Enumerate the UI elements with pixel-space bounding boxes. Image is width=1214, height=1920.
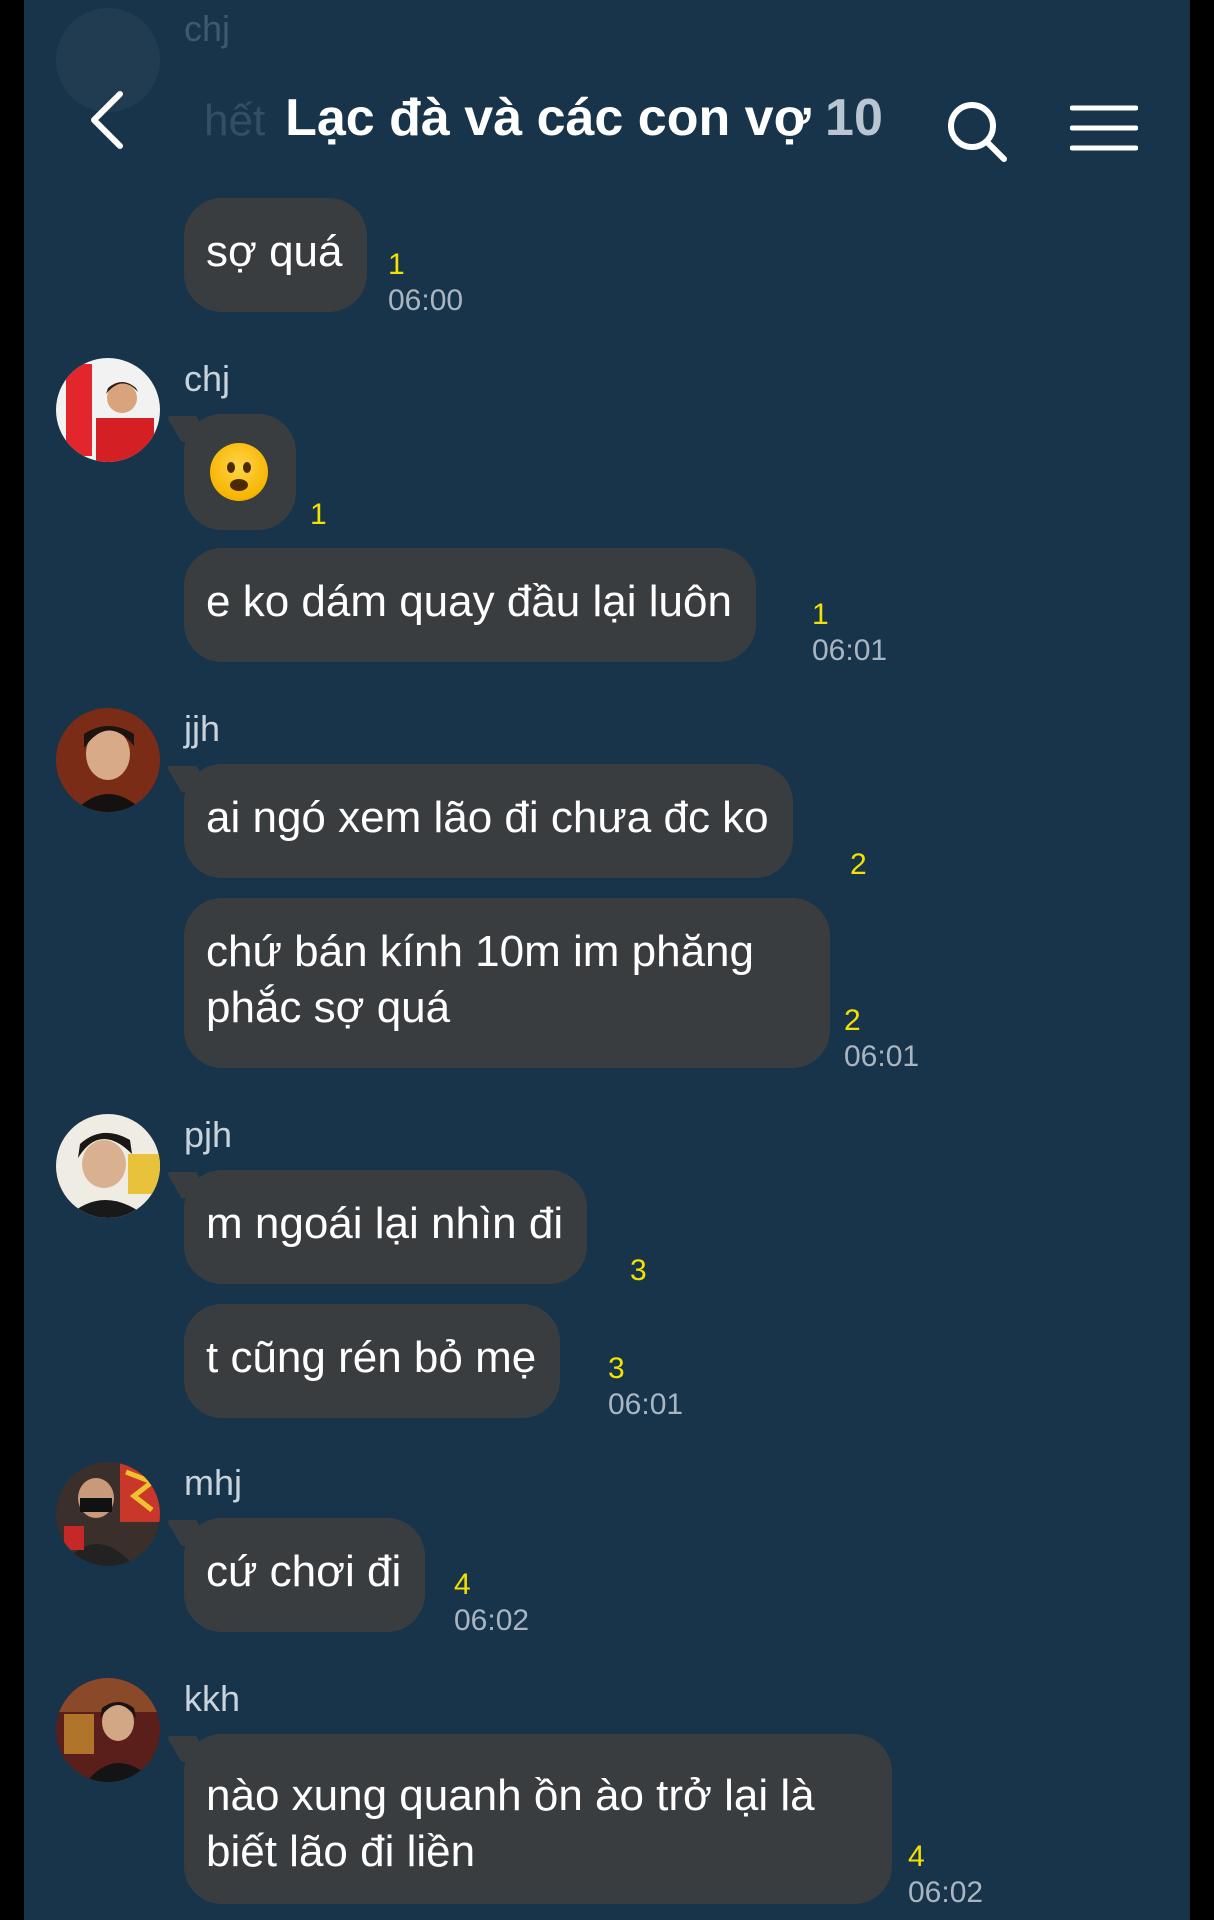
message-bubble[interactable] bbox=[184, 414, 296, 530]
chat-header: chj hết Lạc đà và các con vợ 10 bbox=[24, 0, 1190, 180]
message-text: chứ bán kính 10m im phăng phắc sợ quá bbox=[206, 927, 755, 1032]
sender-name: chj bbox=[184, 358, 231, 399]
message-text: cứ chơi đi bbox=[206, 1547, 402, 1596]
profile-photo bbox=[56, 1462, 160, 1566]
message-text: e ko dám quay đầu lại luôn bbox=[206, 577, 732, 626]
sender-name: kkh bbox=[184, 1678, 241, 1719]
profile-photo bbox=[56, 1114, 160, 1218]
unread-count: 2 bbox=[850, 848, 867, 881]
message-bubble[interactable]: t cũng rén bỏ mẹ bbox=[184, 1304, 561, 1418]
unread-count: 3 bbox=[608, 1352, 625, 1385]
avatar[interactable] bbox=[56, 1114, 160, 1218]
message-time: 06:02 bbox=[454, 1604, 530, 1637]
profile-photo bbox=[56, 708, 160, 812]
message-bubble[interactable]: m ngoái lại nhìn đi bbox=[184, 1170, 588, 1284]
avatar[interactable] bbox=[56, 1462, 160, 1566]
unread-count: 1 bbox=[388, 248, 405, 281]
unread-count: 1 bbox=[812, 598, 829, 631]
message-text: sợ quá bbox=[206, 227, 343, 276]
message-time: 06:02 bbox=[908, 1876, 984, 1909]
profile-photo bbox=[56, 358, 160, 462]
message-bubble[interactable]: ai ngó xem lão đi chưa đc ko bbox=[184, 764, 793, 878]
chat-screen: chj hết Lạc đà và các con vợ 10 sợ quá 1… bbox=[24, 0, 1190, 1920]
message-bubble[interactable]: nào xung quanh ồn ào trở lại là biết lão… bbox=[184, 1734, 892, 1904]
message-time: 06:01 bbox=[812, 634, 888, 667]
message-text: nào xung quanh ồn ào trở lại là biết lão… bbox=[206, 1771, 815, 1876]
back-button[interactable] bbox=[72, 80, 142, 160]
sender-name: jjh bbox=[184, 708, 221, 749]
sender-name: chj bbox=[184, 8, 231, 49]
message-text: m ngoái lại nhìn đi bbox=[206, 1199, 564, 1248]
unread-count: 4 bbox=[454, 1568, 471, 1601]
profile-photo bbox=[56, 1678, 160, 1782]
message-bubble[interactable]: chứ bán kính 10m im phăng phắc sợ quá bbox=[184, 898, 830, 1068]
chat-title: Lạc đà và các con vợ 10 bbox=[264, 88, 904, 148]
menu-icon bbox=[1069, 105, 1139, 151]
message-text: ai ngó xem lão đi chưa đc ko bbox=[206, 793, 769, 842]
chat-title-text: Lạc đà và các con vợ bbox=[285, 89, 811, 147]
unread-count: 1 bbox=[310, 498, 327, 531]
avatar[interactable] bbox=[56, 1678, 160, 1782]
chevron-left-icon bbox=[91, 91, 123, 149]
message-bubble[interactable]: e ko dám quay đầu lại luôn bbox=[184, 548, 756, 662]
avatar[interactable] bbox=[56, 358, 160, 462]
message-time: 06:01 bbox=[844, 1040, 920, 1073]
message-time: 06:01 bbox=[608, 1388, 684, 1421]
message-bubble[interactable]: cứ chơi đi bbox=[184, 1518, 426, 1632]
frowning-face-emoji bbox=[210, 443, 268, 502]
message-text: hết bbox=[204, 96, 266, 145]
message-time: 06:00 bbox=[388, 284, 464, 317]
sender-name: pjh bbox=[184, 1114, 233, 1155]
member-count: 10 bbox=[825, 89, 883, 147]
search-button[interactable] bbox=[944, 96, 1014, 166]
search-icon bbox=[948, 102, 1007, 162]
message-text: t cũng rén bỏ mẹ bbox=[206, 1333, 537, 1382]
menu-button[interactable] bbox=[1069, 100, 1139, 160]
avatar[interactable] bbox=[56, 708, 160, 812]
unread-count: 4 bbox=[908, 1840, 925, 1873]
unread-count: 3 bbox=[630, 1254, 647, 1287]
unread-count: 2 bbox=[844, 1004, 861, 1037]
sender-name: mhj bbox=[184, 1462, 243, 1503]
message-bubble[interactable]: sợ quá bbox=[184, 198, 367, 312]
